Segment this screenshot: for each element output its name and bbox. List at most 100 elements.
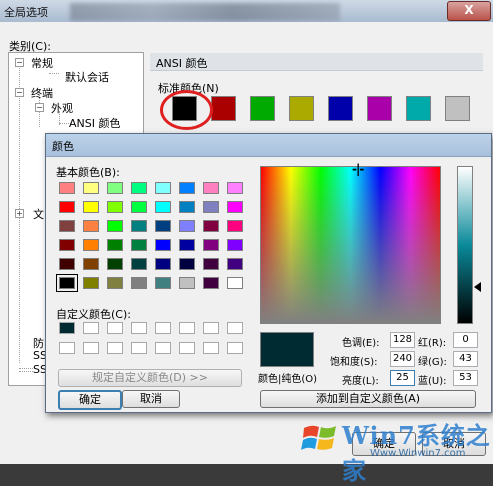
standard-color-swatch[interactable] [211, 96, 236, 121]
basic-color-cell[interactable] [131, 220, 147, 232]
custom-color-cell[interactable] [155, 322, 171, 334]
basic-color-cell[interactable] [83, 182, 99, 194]
color-spectrum[interactable] [260, 166, 441, 324]
standard-color-swatch[interactable] [250, 96, 275, 121]
basic-color-cell[interactable] [83, 277, 99, 289]
basic-color-cell[interactable] [107, 258, 123, 270]
basic-color-cell[interactable] [59, 182, 75, 194]
basic-color-cell[interactable] [59, 220, 75, 232]
watermark: Win7系统之家 Www.Winwin7.com [300, 412, 493, 485]
basic-color-cell[interactable] [179, 239, 195, 251]
ok-button[interactable]: 确定 [58, 390, 122, 410]
standard-color-swatch[interactable] [289, 96, 314, 121]
basic-color-cell[interactable] [107, 220, 123, 232]
tree-item-default-session[interactable]: 默认会话 [65, 69, 109, 85]
basic-color-cell[interactable] [179, 182, 195, 194]
basic-color-cell[interactable] [131, 277, 147, 289]
basic-color-cell[interactable] [155, 239, 171, 251]
basic-color-cell[interactable] [203, 258, 219, 270]
custom-color-cell[interactable] [83, 342, 99, 354]
custom-color-cell[interactable] [179, 342, 195, 354]
basic-color-cell[interactable] [131, 239, 147, 251]
basic-color-cell[interactable] [107, 182, 123, 194]
tree-toggle[interactable]: − [15, 58, 24, 67]
basic-color-cell[interactable] [203, 182, 219, 194]
close-button[interactable]: X [447, 1, 491, 21]
custom-color-cell[interactable] [83, 322, 99, 334]
tree-item-ansi-colors[interactable]: ANSI 颜色 [69, 115, 120, 131]
basic-color-cell[interactable] [227, 239, 243, 251]
tree-item-appearance[interactable]: 外观 [51, 100, 73, 116]
basic-color-cell[interactable] [203, 201, 219, 213]
basic-color-cell[interactable] [83, 258, 99, 270]
standard-color-swatch[interactable] [328, 96, 353, 121]
saturation-field[interactable]: 240 [390, 351, 415, 367]
red-field[interactable]: 0 [453, 332, 478, 348]
blue-field[interactable]: 53 [453, 370, 478, 386]
custom-color-cell[interactable] [203, 342, 219, 354]
luminance-arrow-icon[interactable] [474, 282, 481, 292]
custom-color-cell[interactable] [107, 342, 123, 354]
basic-color-cell[interactable] [131, 258, 147, 270]
luminance-field[interactable]: 25 [390, 370, 415, 386]
basic-color-cell[interactable] [107, 239, 123, 251]
custom-color-cell[interactable] [203, 322, 219, 334]
basic-color-cell[interactable] [203, 239, 219, 251]
basic-color-cell[interactable] [155, 220, 171, 232]
basic-color-cell[interactable] [107, 277, 123, 289]
standard-color-swatch[interactable] [445, 96, 470, 121]
custom-color-cell[interactable] [59, 322, 75, 334]
custom-color-cell[interactable] [155, 342, 171, 354]
basic-color-cell[interactable] [227, 201, 243, 213]
basic-color-cell[interactable] [155, 182, 171, 194]
crosshair-icon[interactable]: -|- [352, 163, 364, 175]
tree-item-general[interactable]: 常规 [31, 55, 53, 71]
custom-color-cell[interactable] [179, 322, 195, 334]
basic-color-cell[interactable] [83, 239, 99, 251]
tree-line [19, 371, 33, 372]
basic-color-cell[interactable] [131, 201, 147, 213]
custom-color-cell[interactable] [59, 342, 75, 354]
basic-color-cell[interactable] [227, 182, 243, 194]
custom-color-cell[interactable] [227, 342, 243, 354]
dialog-title: 颜色 [52, 140, 74, 153]
basic-color-cell[interactable] [83, 220, 99, 232]
basic-color-cell[interactable] [203, 277, 219, 289]
basic-color-cell[interactable] [59, 201, 75, 213]
basic-color-cell[interactable] [107, 201, 123, 213]
basic-color-cell[interactable] [83, 201, 99, 213]
basic-color-cell[interactable] [59, 258, 75, 270]
basic-color-cell[interactable] [227, 258, 243, 270]
define-custom-colors-button[interactable]: 规定自定义颜色(D) >> [58, 369, 242, 387]
add-to-custom-colors-button[interactable]: 添加到自定义颜色(A) [260, 390, 476, 408]
basic-color-cell[interactable] [203, 220, 219, 232]
custom-color-cell[interactable] [131, 322, 147, 334]
tree-item-partial[interactable]: 文 [33, 206, 44, 222]
basic-color-cell[interactable] [179, 220, 195, 232]
basic-color-cell[interactable] [131, 182, 147, 194]
tree-toggle[interactable]: − [35, 103, 44, 112]
basic-color-cell[interactable] [56, 274, 78, 292]
basic-color-cell[interactable] [179, 258, 195, 270]
solid-color-label[interactable]: 颜色|纯色(O) [258, 370, 317, 385]
basic-color-cell[interactable] [155, 201, 171, 213]
basic-color-cell[interactable] [227, 220, 243, 232]
custom-color-cell[interactable] [227, 322, 243, 334]
custom-color-cell[interactable] [131, 342, 147, 354]
standard-color-swatch[interactable] [406, 96, 431, 121]
basic-color-cell[interactable] [179, 201, 195, 213]
tree-item-terminal[interactable]: 终端 [31, 85, 53, 101]
basic-color-cell[interactable] [179, 277, 195, 289]
hue-field[interactable]: 128 [390, 332, 415, 348]
standard-color-swatch[interactable] [367, 96, 392, 121]
green-field[interactable]: 43 [453, 351, 478, 367]
tree-toggle[interactable]: − [15, 88, 24, 97]
tree-toggle[interactable]: + [15, 209, 24, 218]
basic-color-cell[interactable] [155, 277, 171, 289]
custom-color-cell[interactable] [107, 322, 123, 334]
cancel-button[interactable]: 取消 [122, 390, 180, 408]
luminance-slider[interactable] [457, 166, 473, 324]
basic-color-cell[interactable] [227, 277, 243, 289]
basic-color-cell[interactable] [59, 239, 75, 251]
basic-color-cell[interactable] [155, 258, 171, 270]
